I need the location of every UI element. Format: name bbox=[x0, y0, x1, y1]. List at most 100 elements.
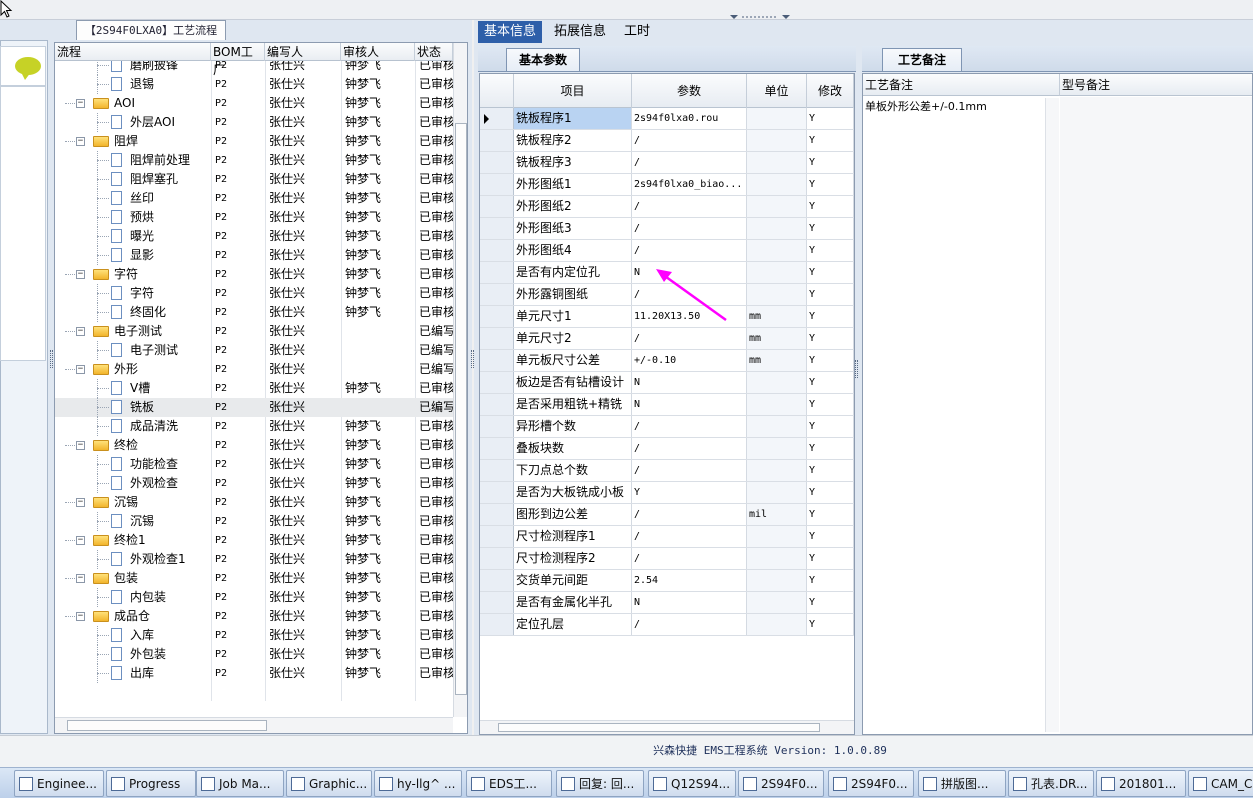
tab-work-hours[interactable]: 工时 bbox=[618, 21, 656, 43]
tree-step-row[interactable]: 退锡 P2 张仕兴 钟梦飞 已审核 bbox=[55, 75, 453, 94]
row-selector[interactable] bbox=[480, 152, 514, 173]
tree-node[interactable]: − 电子测试 bbox=[55, 322, 211, 341]
param-row[interactable]: 定位孔层 / Y bbox=[480, 614, 854, 636]
col-header-item[interactable]: 项目 bbox=[514, 74, 632, 108]
param-item-cell[interactable]: 是否有内定位孔 bbox=[514, 262, 632, 283]
tree-step-row[interactable]: 字符 P2 张仕兴 钟梦飞 已审核 bbox=[55, 284, 453, 303]
collapse-toggle-icon[interactable]: − bbox=[76, 441, 85, 450]
param-value-cell[interactable]: 2.54 bbox=[632, 570, 747, 591]
taskbar-button[interactable]: 201801... bbox=[1096, 770, 1186, 797]
tree-step-row[interactable]: 外包装 P2 张仕兴 钟梦飞 已审核 bbox=[55, 645, 453, 664]
tree-hscroll-thumb[interactable] bbox=[67, 720, 267, 731]
param-item-cell[interactable]: 外形图纸4 bbox=[514, 240, 632, 261]
param-row[interactable]: 铣板程序1 2s94f0lxa0.rou Y bbox=[480, 108, 854, 130]
col-header-status[interactable]: 状态 bbox=[415, 43, 453, 61]
row-selector[interactable] bbox=[480, 592, 514, 613]
collapse-toggle-icon[interactable]: − bbox=[76, 498, 85, 507]
tree-node[interactable]: 电子测试 bbox=[55, 341, 211, 360]
collapse-toggle-icon[interactable]: − bbox=[76, 365, 85, 374]
param-modify-cell[interactable]: Y bbox=[807, 218, 854, 239]
taskbar-button[interactable]: Job Ma... bbox=[196, 770, 284, 797]
tree-group-row[interactable]: − 字符 P2 张仕兴 钟梦飞 已审核 bbox=[55, 265, 453, 284]
row-selector[interactable] bbox=[480, 284, 514, 305]
taskbar-button[interactable]: 回复: 回... bbox=[556, 770, 644, 797]
row-selector[interactable] bbox=[480, 548, 514, 569]
param-item-cell[interactable]: 异形槽个数 bbox=[514, 416, 632, 437]
param-value-cell[interactable]: N bbox=[632, 372, 747, 393]
param-unit-cell[interactable]: mm bbox=[747, 306, 807, 327]
taskbar-button[interactable]: 2S94F0... bbox=[828, 770, 914, 797]
param-modify-cell[interactable]: Y bbox=[807, 196, 854, 217]
taskbar-button[interactable]: 2S94F0... bbox=[738, 770, 824, 797]
param-item-cell[interactable]: 图形到边公差 bbox=[514, 504, 632, 525]
tab-basic-params[interactable]: 基本参数 bbox=[506, 48, 580, 71]
chat-button[interactable] bbox=[0, 46, 46, 86]
row-selector[interactable] bbox=[480, 108, 514, 129]
row-selector[interactable] bbox=[480, 570, 514, 591]
param-unit-cell[interactable] bbox=[747, 196, 807, 217]
tab-extended-info[interactable]: 拓展信息 bbox=[548, 21, 612, 43]
param-item-cell[interactable]: 铣板程序3 bbox=[514, 152, 632, 173]
param-modify-cell[interactable]: Y bbox=[807, 284, 854, 305]
param-value-cell[interactable]: / bbox=[632, 614, 747, 635]
collapse-toggle-icon[interactable]: − bbox=[76, 327, 85, 336]
param-unit-cell[interactable] bbox=[747, 240, 807, 261]
param-item-cell[interactable]: 外形图纸3 bbox=[514, 218, 632, 239]
param-row[interactable]: 是否采用粗铣+精铣 N Y bbox=[480, 394, 854, 416]
param-modify-cell[interactable]: Y bbox=[807, 262, 854, 283]
param-unit-cell[interactable] bbox=[747, 108, 807, 129]
param-row[interactable]: 交货单元间距 2.54 Y bbox=[480, 570, 854, 592]
taskbar-button[interactable]: Graphic... bbox=[286, 770, 372, 797]
collapse-toggle-icon[interactable]: − bbox=[76, 612, 85, 621]
param-item-cell[interactable]: 外形图纸2 bbox=[514, 196, 632, 217]
param-row[interactable]: 尺寸检测程序1/ Y bbox=[480, 526, 854, 548]
row-selector[interactable] bbox=[480, 350, 514, 371]
param-value-cell[interactable]: / bbox=[632, 504, 747, 525]
param-item-cell[interactable]: 尺寸检测程序2 bbox=[514, 548, 632, 569]
tree-node[interactable]: − 沉锡 bbox=[55, 493, 211, 512]
row-selector[interactable] bbox=[480, 328, 514, 349]
param-unit-cell[interactable] bbox=[747, 372, 807, 393]
param-row[interactable]: 板边是否有钻槽设计 N Y bbox=[480, 372, 854, 394]
tree-node[interactable]: − 字符 bbox=[55, 265, 211, 284]
param-modify-cell[interactable]: Y bbox=[807, 416, 854, 437]
collapse-toggle-icon[interactable]: − bbox=[76, 270, 85, 279]
param-unit-cell[interactable] bbox=[747, 592, 807, 613]
tree-node[interactable]: − 终检 bbox=[55, 436, 211, 455]
param-unit-cell[interactable] bbox=[747, 438, 807, 459]
param-value-cell[interactable]: / bbox=[632, 548, 747, 569]
collapse-toggle-icon[interactable]: − bbox=[76, 536, 85, 545]
param-value-cell[interactable]: / bbox=[632, 218, 747, 239]
tab-process-notes[interactable]: 工艺备注 bbox=[882, 48, 962, 71]
tree-node[interactable]: 铣板 bbox=[55, 398, 211, 417]
param-unit-cell[interactable] bbox=[747, 174, 807, 195]
param-row[interactable]: 是否为大板铣成小板 Y Y bbox=[480, 482, 854, 504]
param-unit-cell[interactable] bbox=[747, 482, 807, 503]
tree-step-row[interactable]: 预烘 P2 张仕兴 钟梦飞 已审核 bbox=[55, 208, 453, 227]
param-row[interactable]: 铣板程序2/ Y bbox=[480, 130, 854, 152]
taskbar-button[interactable]: EDS工... bbox=[466, 770, 552, 797]
col-header-modify[interactable]: 修改 bbox=[807, 74, 854, 108]
row-selector[interactable] bbox=[480, 526, 514, 547]
tree-scroll-thumb[interactable] bbox=[455, 123, 467, 695]
tree-group-row[interactable]: − 终检1 P2 张仕兴 钟梦飞 已审核 bbox=[55, 531, 453, 550]
tree-node[interactable]: 退锡 bbox=[55, 75, 211, 94]
param-item-cell[interactable]: 交货单元间距 bbox=[514, 570, 632, 591]
tree-node[interactable]: − 终检1 bbox=[55, 531, 211, 550]
param-row[interactable]: 叠板块数 / Y bbox=[480, 438, 854, 460]
tree-node[interactable]: − 包装 bbox=[55, 569, 211, 588]
tree-step-row[interactable]: V槽 P2 张仕兴 钟梦飞 已审核 bbox=[55, 379, 453, 398]
col-header-bom[interactable]: BOM工厂 bbox=[211, 43, 265, 77]
param-unit-cell[interactable] bbox=[747, 152, 807, 173]
param-unit-cell[interactable] bbox=[747, 570, 807, 591]
param-value-cell[interactable]: / bbox=[632, 460, 747, 481]
param-row[interactable]: 外形图纸2/ Y bbox=[480, 196, 854, 218]
param-unit-cell[interactable] bbox=[747, 394, 807, 415]
param-unit-cell[interactable]: mil bbox=[747, 504, 807, 525]
tree-step-row[interactable]: 丝印 P2 张仕兴 钟梦飞 已审核 bbox=[55, 189, 453, 208]
param-item-cell[interactable]: 铣板程序1 bbox=[514, 108, 632, 129]
taskbar-button[interactable]: hy-llg^ ... bbox=[374, 770, 462, 797]
param-unit-cell[interactable] bbox=[747, 130, 807, 151]
taskbar-button[interactable]: Enginee... bbox=[14, 770, 104, 797]
tree-node[interactable]: − 外形 bbox=[55, 360, 211, 379]
